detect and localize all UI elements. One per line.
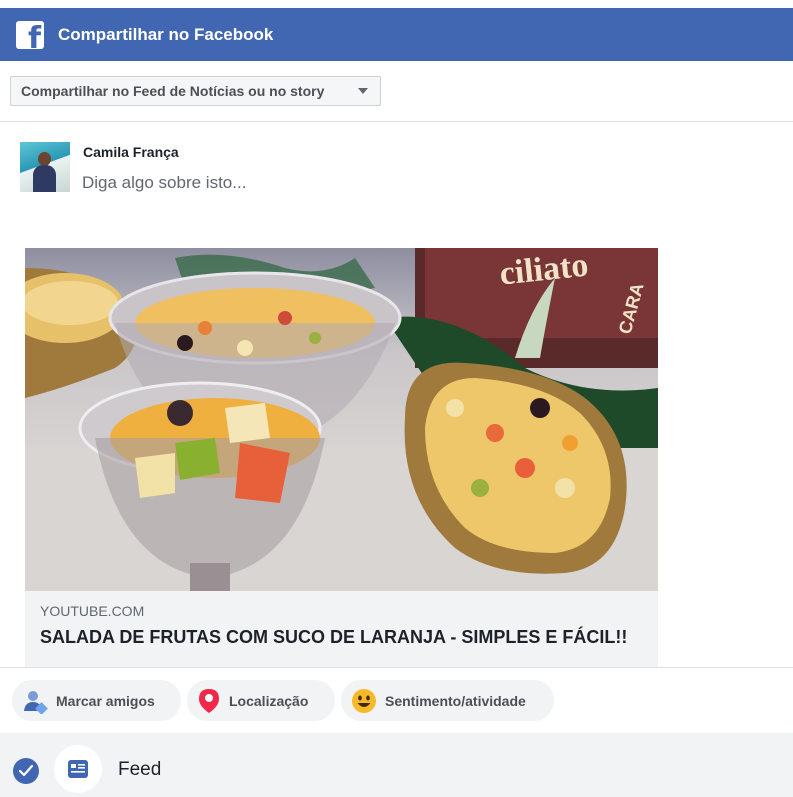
tag-friends-button[interactable]: Marcar amigos	[12, 680, 181, 721]
location-label: Localização	[229, 692, 309, 709]
composer-actions: Marcar amigos Localização Sentimento/ati…	[0, 667, 793, 733]
link-source: YOUTUBE.COM	[40, 603, 145, 619]
user-name[interactable]: Camila França	[83, 144, 179, 160]
dialog-header: f Compartilhar no Facebook	[0, 8, 793, 61]
link-preview-card[interactable]: ciliato CARA YOUTUBE.COM SALADA DE FRUTA…	[25, 248, 658, 667]
dialog-title: Compartilhar no Facebook	[58, 24, 274, 44]
feed-icon-container	[54, 745, 102, 793]
feeling-activity-button[interactable]: Sentimento/atividade	[341, 680, 554, 721]
checkmark-icon	[19, 765, 33, 777]
tag-friends-icon	[24, 690, 48, 714]
feeling-activity-label: Sentimento/atividade	[385, 692, 526, 709]
avatar[interactable]	[20, 142, 70, 192]
link-title[interactable]: SALADA DE FRUTAS COM SUCO DE LARANJA - S…	[40, 625, 640, 649]
share-dialog: f Compartilhar no Facebook Compartilhar …	[0, 0, 793, 797]
share-destination-label: Compartilhar no Feed de Notícias ou no s…	[21, 83, 325, 99]
feed-checkbox[interactable]	[13, 758, 39, 784]
share-destination-row: Compartilhar no Feed de Notícias ou no s…	[0, 61, 793, 122]
share-destination-dropdown[interactable]: Compartilhar no Feed de Notícias ou no s…	[10, 76, 381, 106]
location-button[interactable]: Localização	[187, 680, 335, 721]
news-feed-icon	[68, 760, 88, 778]
status-input[interactable]: Diga algo sobre isto...	[82, 173, 246, 193]
facebook-logo-icon: f	[16, 20, 44, 49]
location-pin-icon	[199, 688, 219, 713]
smiley-icon	[352, 688, 376, 713]
tag-friends-label: Marcar amigos	[56, 692, 155, 709]
destination-row: Feed	[0, 733, 793, 797]
video-thumbnail[interactable]: ciliato CARA	[25, 248, 658, 591]
caret-down-icon	[358, 88, 368, 94]
feed-label[interactable]: Feed	[118, 759, 161, 781]
